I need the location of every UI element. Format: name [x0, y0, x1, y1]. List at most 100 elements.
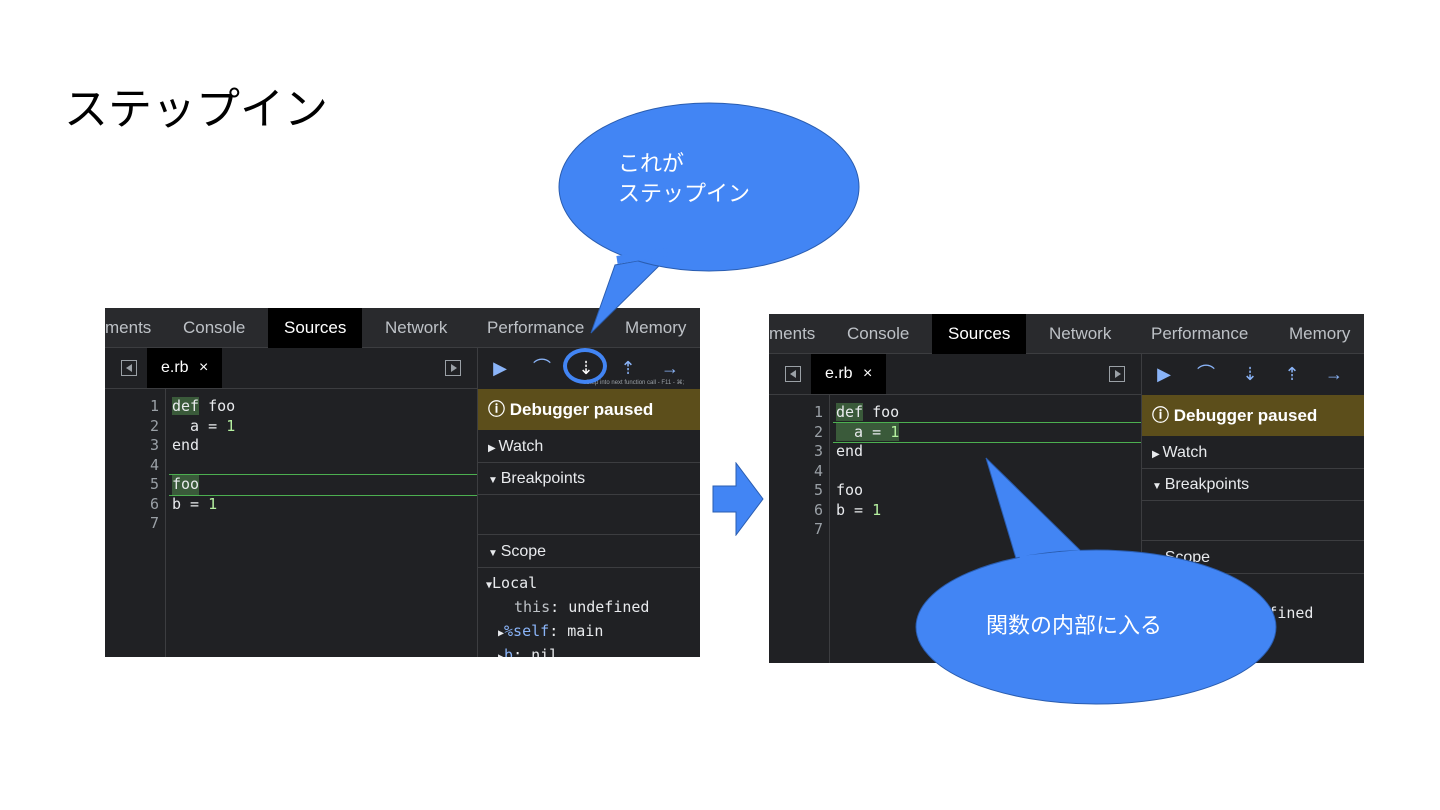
info-icon: ⓘ [488, 400, 510, 419]
step-into-icon[interactable]: ⇣ [1238, 362, 1262, 386]
file-tab[interactable]: e.rb × [147, 348, 223, 388]
breakpoints-section[interactable]: ▼ Breakpoints [478, 463, 700, 495]
callout-line: ステップイン [618, 182, 751, 207]
line-number[interactable]: 6 [769, 501, 823, 521]
step-in-callout [558, 102, 860, 334]
debugger-toolbar: ▶ ⌒ ⇣ ⇡ → [1142, 354, 1364, 396]
tab-sources[interactable]: Sources [932, 314, 1027, 354]
tab-network[interactable]: Network [369, 308, 463, 348]
code-line[interactable]: 1 def foo [769, 403, 1141, 423]
paused-label: Debugger paused [1173, 406, 1318, 425]
code-text: a = 1 [172, 416, 236, 435]
code-text: end [836, 442, 864, 460]
scope-local[interactable]: ▼Local [486, 574, 537, 592]
debugger-paused-banner: ⓘ Debugger paused [478, 389, 700, 430]
debugger-sidebar: ▶ ⌒ ⇣ ⇡ → Step into next function call -… [477, 348, 700, 657]
scope-section[interactable]: ▼ Scope [478, 535, 700, 568]
var-key: this [514, 598, 551, 616]
line-number[interactable]: 7 [105, 514, 159, 534]
watch-label: Watch [498, 438, 544, 455]
code-line[interactable]: 4 [105, 456, 477, 476]
code-line[interactable]: 7 [105, 514, 477, 534]
step-icon[interactable]: → [1322, 362, 1346, 386]
code-text: end [172, 436, 200, 454]
collapse-icon: ▼ [488, 548, 501, 559]
close-icon[interactable]: × [863, 365, 872, 382]
tab-network[interactable]: Network [1033, 314, 1127, 354]
var-key: %self [504, 622, 550, 640]
tooltip: Step into next function call - F11 - ⌘; [586, 380, 685, 386]
line-number[interactable]: 1 [769, 403, 823, 423]
line-number[interactable]: 5 [769, 481, 823, 501]
watch-section[interactable]: ▶ Watch [478, 430, 700, 463]
callout-line: これが [618, 152, 685, 177]
line-number[interactable]: 4 [769, 462, 823, 482]
code-line[interactable]: 6 b = 1 [105, 495, 477, 515]
tab-elements[interactable]: ments [105, 308, 167, 348]
var-key: b [504, 646, 514, 657]
toggle-debugger-icon[interactable] [445, 360, 461, 376]
file-name: e.rb [825, 365, 853, 382]
step-over-icon[interactable]: ⌒ [1194, 362, 1218, 386]
scope-var-this[interactable]: this: undefined [514, 598, 649, 616]
tab-performance[interactable]: Performance [1135, 314, 1264, 354]
scope-label: Scope [500, 543, 547, 560]
code-line[interactable]: 2 a = 1 [105, 417, 477, 437]
var-value: main [567, 622, 604, 640]
step-out-icon[interactable]: ⇡ [1280, 362, 1304, 386]
execution-line[interactable]: 5 foo [105, 474, 477, 495]
toggle-debugger-icon[interactable] [1109, 366, 1125, 382]
code-text: foo [172, 475, 200, 495]
step-out-icon[interactable]: ⇡ [616, 356, 640, 380]
var-value: undefined [568, 598, 650, 616]
info-icon: ⓘ [1152, 406, 1174, 425]
line-number[interactable]: 4 [105, 456, 159, 476]
expand-icon: ▶ [488, 443, 499, 454]
toggle-navigator-icon[interactable] [121, 360, 137, 376]
execution-line[interactable]: 2 a = 1 [769, 421, 1141, 443]
file-name: e.rb [161, 359, 189, 376]
local-label: Local [492, 574, 538, 592]
code-line[interactable]: 1 def foo [105, 397, 477, 417]
editor-toolbar: e.rb × [105, 348, 477, 389]
next-arrow-icon [712, 462, 764, 536]
code-text: def foo [836, 403, 900, 421]
resume-icon[interactable]: ▶ [488, 356, 512, 380]
debugger-paused-banner: ⓘ Debugger paused [1142, 395, 1364, 436]
step-icon[interactable]: → [658, 356, 682, 380]
code-editor: e.rb × 1 def foo 2 a = 1 3 end 4 5 foo 6 b =… [105, 348, 477, 657]
line-number[interactable]: 3 [769, 442, 823, 462]
resume-icon[interactable]: ▶ [1152, 362, 1176, 386]
line-number[interactable]: 1 [105, 397, 159, 417]
tab-memory[interactable]: Memory [1273, 314, 1364, 354]
step-in-callout-text: これが ステップイン [618, 150, 750, 210]
slide-title: ステップイン [64, 84, 328, 135]
code-text: a = 1 [836, 422, 900, 441]
devtools-panel-before: ments Console Sources Network Performanc… [105, 308, 700, 657]
collapse-icon: ▼ [488, 475, 501, 486]
line-number[interactable]: 5 [105, 475, 159, 495]
scope-var-self[interactable]: ▶%self: main [498, 622, 603, 640]
toggle-navigator-icon[interactable] [785, 366, 801, 382]
step-over-icon[interactable]: ⌒ [530, 356, 554, 380]
line-number[interactable]: 2 [769, 423, 823, 443]
code-text: b = 1 [836, 500, 882, 519]
code-text: def foo [172, 397, 236, 415]
var-value: nil [531, 646, 559, 657]
step-into-highlight [563, 348, 607, 384]
tab-sources[interactable]: Sources [268, 308, 363, 348]
close-icon[interactable]: × [199, 359, 208, 376]
breakpoints-body [478, 495, 700, 535]
line-number[interactable]: 2 [105, 417, 159, 437]
code-text: foo [836, 481, 864, 499]
line-number[interactable]: 7 [769, 520, 823, 540]
code-line[interactable]: 3 end [105, 436, 477, 456]
line-number[interactable]: 3 [105, 436, 159, 456]
enter-function-callout-text: 関数の内部に入る [986, 614, 1163, 639]
file-tab[interactable]: e.rb × [811, 354, 887, 394]
tab-console[interactable]: Console [167, 308, 261, 348]
breakpoints-label: Breakpoints [500, 470, 586, 487]
enter-function-callout [915, 457, 1277, 705]
scope-var-b[interactable]: ▶b: nil [498, 646, 558, 657]
line-number[interactable]: 6 [105, 495, 159, 515]
